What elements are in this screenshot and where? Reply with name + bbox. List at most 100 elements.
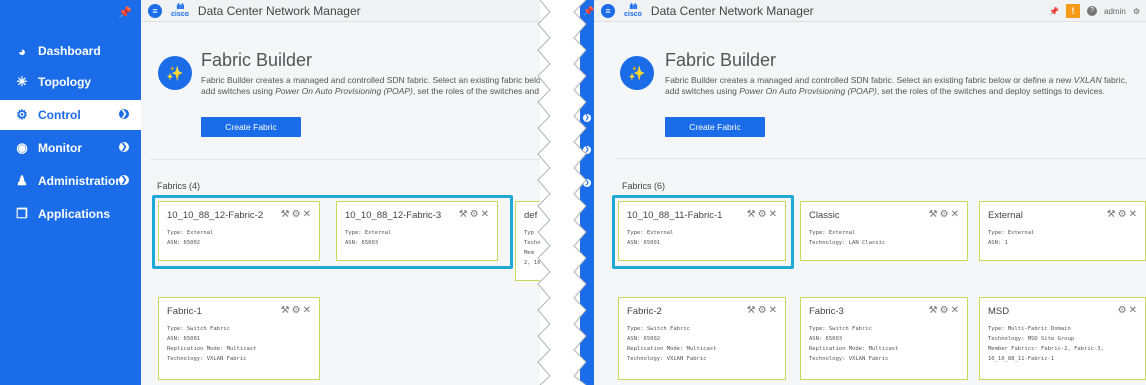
wrench-icon[interactable]: ⚒ bbox=[747, 209, 758, 220]
sidebar-item-control[interactable]: ⚙ Control ❯ bbox=[0, 100, 141, 130]
card-actions: ⚒⚙✕ bbox=[1107, 209, 1139, 220]
fabric-card[interactable]: Classic ⚒⚙✕ Type: External Technology: L… bbox=[800, 201, 968, 261]
fabric-details: Type: Switch Fabric ASN: 65003 Replicati… bbox=[809, 326, 899, 362]
fabric-name: 10_10_88_12-Fabric-2 bbox=[167, 210, 264, 221]
wrench-icon[interactable]: ⚒ bbox=[281, 305, 292, 316]
sidebar-item-topology[interactable]: ✳ Topology bbox=[0, 67, 141, 97]
header-tools: 📌 ! ? admin ⚙ bbox=[1049, 4, 1140, 18]
sidebar: 📌 ◕ Dashboard ✳ Topology ⚙ Control ❯ ◉ M… bbox=[0, 0, 141, 385]
fabric-details: Type: Multi-Fabric Domain Technology: MS… bbox=[988, 326, 1104, 362]
chevron-right-icon: ❯ bbox=[119, 142, 129, 152]
wrench-icon[interactable]: ⚒ bbox=[281, 209, 292, 220]
fabric-builder-icon: ✨ bbox=[620, 56, 654, 90]
topology-icon: ✳ bbox=[16, 74, 28, 89]
card-actions: ⚒⚙✕ bbox=[281, 305, 313, 316]
create-fabric-button[interactable]: Create Fabric bbox=[665, 117, 765, 137]
menu-icon[interactable]: ≡ bbox=[148, 3, 162, 18]
fabric-name: 10_10_88_12-Fabric-3 bbox=[345, 210, 442, 221]
fabric-name: MSD bbox=[988, 306, 1010, 317]
chevron-right-icon: ❯ bbox=[119, 175, 129, 185]
fabric-card[interactable]: Fabric-2 ⚒⚙✕ Type: Switch Fabric ASN: 65… bbox=[618, 297, 786, 380]
close-icon[interactable]: ✕ bbox=[1129, 305, 1139, 316]
fabric-details: Type: External ASN: 65003 bbox=[345, 230, 392, 246]
fabric-name: Fabric-3 bbox=[809, 306, 844, 317]
gear-icon[interactable]: ⚙ bbox=[940, 305, 951, 316]
create-fabric-button[interactable]: Create Fabric bbox=[201, 117, 301, 137]
chevron-right-icon: ❯ bbox=[119, 109, 129, 119]
sidebar-item-label: Monitor bbox=[38, 141, 82, 155]
wrench-icon[interactable]: ⚒ bbox=[747, 305, 758, 316]
sidebar-item-applications[interactable]: ❐ Applications bbox=[0, 199, 141, 229]
fabrics-count: Fabrics (4) bbox=[157, 181, 201, 191]
gear-icon[interactable]: ⚙ bbox=[758, 305, 769, 316]
pin-icon[interactable]: 📌 bbox=[118, 6, 132, 19]
card-actions: ⚒⚙✕ bbox=[281, 209, 313, 220]
fabric-details: Type: Switch Fabric ASN: 65002 Replicati… bbox=[627, 326, 717, 362]
control-icon: ⚙ bbox=[16, 107, 28, 122]
sidebar-item-monitor[interactable]: ◉ Monitor ❯ bbox=[0, 133, 141, 163]
sidebar-item-dashboard[interactable]: ◕ Dashboard bbox=[0, 36, 141, 66]
close-icon[interactable]: ✕ bbox=[769, 209, 779, 220]
monitor-icon: ◉ bbox=[16, 140, 28, 155]
sidebar-item-label: Dashboard bbox=[38, 44, 101, 58]
fabric-card[interactable]: 10_10_88_12-Fabric-3 ⚒⚙✕ Type: External … bbox=[336, 201, 498, 261]
cisco-logo: ılıılı cisco bbox=[171, 2, 189, 19]
app-title: Data Center Network Manager bbox=[650, 3, 814, 18]
card-actions: ⚒⚙✕ bbox=[747, 305, 779, 316]
wrench-icon[interactable]: ⚒ bbox=[929, 305, 940, 316]
gear-icon[interactable]: ⚙ bbox=[292, 209, 303, 220]
gear-icon[interactable]: ⚙ bbox=[1118, 209, 1129, 220]
right-screenshot: 📌 ❯ ❯ ❯ ≡ ılıılı cisco Data Center Networ… bbox=[580, 0, 1146, 385]
fabric-details: Type: External Technology: LAN Classic bbox=[809, 230, 886, 246]
card-actions: ⚒⚙✕ bbox=[929, 209, 961, 220]
warning-icon[interactable]: ! bbox=[1066, 4, 1081, 18]
help-icon[interactable]: ? bbox=[1087, 6, 1098, 16]
close-icon[interactable]: ✕ bbox=[1129, 209, 1139, 220]
dashboard-icon: ◕ bbox=[18, 43, 26, 59]
top-bar: ≡ ılıılı cisco Data Center Network Manage… bbox=[594, 0, 1146, 22]
fabric-details: Type: External ASN: 1 bbox=[988, 230, 1035, 246]
fabric-card[interactable]: External ⚒⚙✕ Type: External ASN: 1 bbox=[979, 201, 1146, 261]
close-icon[interactable]: ✕ bbox=[481, 209, 491, 220]
close-icon[interactable]: ✕ bbox=[303, 209, 313, 220]
card-actions: ⚙✕ bbox=[1118, 305, 1139, 316]
gear-icon[interactable]: ⚙ bbox=[292, 305, 303, 316]
sidebar-item-label: Administration bbox=[38, 174, 123, 188]
page-title: Fabric Builder bbox=[201, 50, 313, 70]
gear-icon[interactable]: ⚙ bbox=[1118, 305, 1129, 316]
gear-icon[interactable]: ⚙ bbox=[758, 209, 769, 220]
fabrics-count: Fabrics (6) bbox=[622, 181, 666, 191]
fabric-name: External bbox=[988, 210, 1023, 221]
sidebar-item-label: Control bbox=[38, 108, 81, 122]
fabric-card[interactable]: Fabric-1 ⚒⚙✕ Type: Switch Fabric ASN: 65… bbox=[158, 297, 320, 380]
settings-icon[interactable]: ⚙ bbox=[1133, 7, 1140, 16]
close-icon[interactable]: ✕ bbox=[951, 305, 961, 316]
fabric-details: Type: External ASN: 65002 bbox=[167, 230, 214, 246]
fabric-card[interactable]: Fabric-3 ⚒⚙✕ Type: Switch Fabric ASN: 65… bbox=[800, 297, 968, 380]
sidebar-item-label: Applications bbox=[38, 207, 111, 221]
close-icon[interactable]: ✕ bbox=[769, 305, 779, 316]
wrench-icon[interactable]: ⚒ bbox=[1107, 209, 1118, 220]
pin-icon[interactable]: 📌 bbox=[1049, 7, 1059, 16]
gear-icon[interactable]: ⚙ bbox=[470, 209, 481, 220]
user-name[interactable]: admin bbox=[1104, 7, 1126, 16]
close-icon[interactable]: ✕ bbox=[303, 305, 313, 316]
fabric-card[interactable]: 10_10_88_11-Fabric-1 ⚒⚙✕ Type: External … bbox=[618, 201, 786, 261]
page-title: Fabric Builder bbox=[665, 50, 777, 70]
fabric-name: Fabric-2 bbox=[627, 306, 662, 317]
top-bar: ≡ ılıılı cisco Data Center Network Manage… bbox=[141, 0, 540, 22]
administration-icon: ♟ bbox=[16, 173, 28, 188]
close-icon[interactable]: ✕ bbox=[951, 209, 961, 220]
wrench-icon[interactable]: ⚒ bbox=[459, 209, 470, 220]
torn-edge-separator bbox=[537, 0, 587, 385]
sidebar-item-administration[interactable]: ♟ Administration ❯ bbox=[0, 166, 141, 196]
gear-icon[interactable]: ⚙ bbox=[940, 209, 951, 220]
menu-icon[interactable]: ≡ bbox=[601, 3, 615, 18]
divider bbox=[616, 158, 1146, 159]
page-description: Fabric Builder creates a managed and con… bbox=[201, 75, 540, 96]
fabric-card[interactable]: MSD ⚙✕ Type: Multi-Fabric Domain Technol… bbox=[979, 297, 1146, 380]
wrench-icon[interactable]: ⚒ bbox=[929, 209, 940, 220]
fabric-card[interactable]: 10_10_88_12-Fabric-2 ⚒⚙✕ Type: External … bbox=[158, 201, 320, 261]
page-description: Fabric Builder creates a managed and con… bbox=[665, 75, 1128, 96]
card-actions: ⚒⚙✕ bbox=[929, 305, 961, 316]
